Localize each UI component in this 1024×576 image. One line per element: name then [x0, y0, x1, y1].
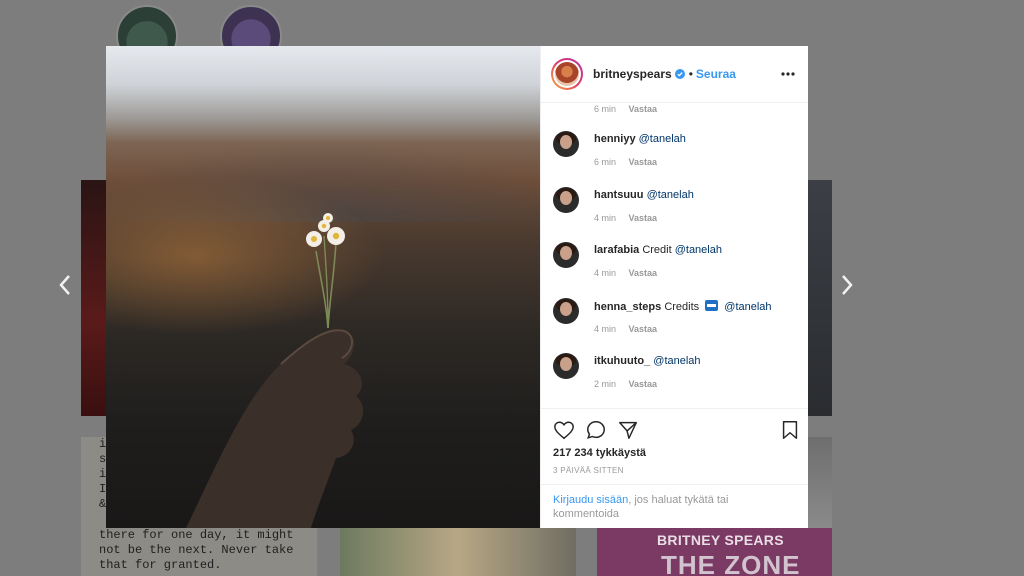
grid-thumbnail[interactable] — [808, 180, 832, 416]
commenter-avatar[interactable] — [553, 298, 579, 324]
reply-button[interactable]: Vastaa — [629, 104, 658, 114]
grid-thumbnail[interactable] — [340, 528, 576, 576]
grid-thumbnail[interactable] — [81, 180, 107, 416]
comment-item: itkuhuuto_ @tanelah 2 min Vastaa — [553, 353, 797, 401]
post-photo[interactable] — [106, 46, 540, 528]
heart-icon — [554, 421, 574, 440]
login-link[interactable]: Kirjaudu sisään — [553, 494, 628, 506]
reply-button[interactable]: Vastaa — [629, 379, 658, 389]
commenter-username[interactable]: henna_steps — [594, 301, 661, 313]
comment-mention[interactable]: @tanelah — [639, 133, 686, 145]
comment-time: 4 min — [594, 324, 617, 334]
comment-time: 4 min — [594, 268, 617, 278]
post-header: britneyspears • Seuraa — [541, 46, 808, 103]
commenter-username[interactable]: hantsuuu — [594, 189, 644, 201]
reply-button[interactable]: Vastaa — [629, 213, 658, 223]
comment-item: larafabia Credit @tanelah 4 min Vastaa — [553, 242, 797, 290]
comment-mention[interactable]: @tanelah — [675, 244, 722, 256]
comment-item: henniyy @tanelah 6 min Vastaa — [553, 131, 797, 179]
commenter-username[interactable]: henniyy — [594, 133, 636, 145]
comment-bubble-icon — [587, 421, 605, 439]
flower-in-hand-image — [186, 213, 364, 528]
flag-emoji-icon — [705, 300, 719, 311]
more-options-button[interactable] — [780, 66, 796, 82]
text-post-quote: there for one day, it might not be the n… — [99, 528, 294, 572]
bookmark-icon — [782, 421, 798, 439]
header-separator: • — [688, 67, 693, 81]
comment-item: hantsuuu @tanelah 4 min Vastaa — [553, 187, 797, 235]
comment-mention[interactable]: @tanelah — [647, 189, 694, 201]
comment-text: Credits — [664, 301, 700, 313]
comment-item: henna_steps Credits @tanelah 4 min Vasta… — [553, 298, 797, 346]
post-sidebar: britneyspears • Seuraa 6 min Vastaa henn… — [540, 46, 808, 528]
chevron-right-icon — [842, 275, 853, 295]
comment-button[interactable] — [585, 419, 607, 441]
comment-time: 2 min — [594, 379, 617, 389]
post-modal: britneyspears • Seuraa 6 min Vastaa henn… — [106, 46, 808, 528]
comment-text: Credit — [642, 244, 672, 256]
next-post-button[interactable] — [832, 272, 862, 302]
more-horizontal-icon — [781, 72, 795, 76]
comment-mention[interactable]: @tanelah — [724, 301, 771, 313]
commenter-username[interactable]: larafabia — [594, 244, 639, 256]
reply-button[interactable]: Vastaa — [629, 157, 658, 167]
comment-time: 6 min — [594, 157, 617, 167]
comment-time: 4 min — [594, 213, 617, 223]
comment-mention[interactable]: @tanelah — [653, 355, 700, 367]
author-username[interactable]: britneyspears — [593, 67, 672, 81]
grid-thumbnail[interactable] — [808, 437, 832, 528]
share-button[interactable] — [617, 419, 639, 441]
follow-button[interactable]: Seuraa — [696, 67, 736, 81]
comment-meta: 6 min Vastaa — [594, 104, 658, 114]
reply-button[interactable]: Vastaa — [629, 324, 658, 334]
comments-list[interactable]: 6 min Vastaa henniyy @tanelah 6 min Vast… — [541, 103, 808, 408]
save-button[interactable] — [779, 419, 801, 441]
album-subtitle: THE ZONE — [661, 550, 801, 576]
reply-button[interactable]: Vastaa — [629, 268, 658, 278]
album-title: BRITNEY SPEARS — [657, 532, 784, 548]
like-button[interactable] — [553, 419, 575, 441]
previous-post-button[interactable] — [50, 272, 80, 302]
verified-badge-icon — [674, 69, 685, 79]
chevron-left-icon — [59, 275, 70, 295]
commenter-username[interactable]: itkuhuuto_ — [594, 355, 650, 367]
grid-thumbnail-album[interactable]: BRITNEY SPEARS THE ZONE — [597, 528, 832, 576]
commenter-avatar[interactable] — [553, 353, 579, 379]
author-avatar[interactable] — [551, 58, 583, 90]
post-timestamp: 3 PÄIVÄÄ SITTEN — [553, 466, 624, 475]
post-actions: 217 234 tykkäystä 3 PÄIVÄÄ SITTEN Kirjau… — [541, 408, 808, 528]
login-prompt: Kirjaudu sisään, jos haluat tykätä tai k… — [541, 484, 808, 521]
commenter-avatar[interactable] — [553, 131, 579, 157]
like-count[interactable]: 217 234 tykkäystä — [553, 447, 646, 459]
commenter-avatar[interactable] — [553, 242, 579, 268]
paper-plane-icon — [619, 421, 637, 439]
commenter-avatar[interactable] — [553, 187, 579, 213]
